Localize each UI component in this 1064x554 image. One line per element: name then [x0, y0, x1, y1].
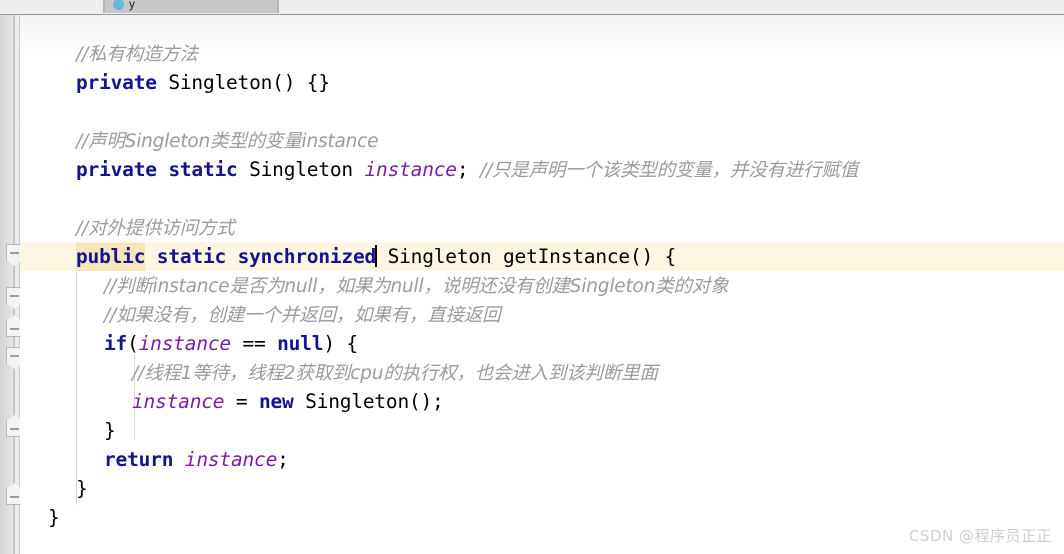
code-line: private Singleton() {} — [76, 68, 330, 97]
code-token-fld: instance — [364, 158, 458, 181]
code-line: return instance; — [104, 445, 289, 474]
code-line: //线程1等待，线程2获取到cpu的执行权，也会进入到该判断里面 — [132, 358, 658, 387]
code-token-cmt: //判断instance是否为null，如果为null，说明还没有创建Singl… — [104, 276, 729, 297]
code-token-kw: new — [258, 390, 294, 413]
code-line: private static Singleton instance; //只是声… — [76, 155, 858, 184]
code-token-fld: instance — [132, 390, 225, 413]
code-token-id: ( — [127, 332, 139, 355]
code-surface[interactable]: //私有构造方法 private Singleton() {}//声明Single… — [20, 15, 1064, 554]
code-token-cmt: //对外提供访问方式 — [76, 218, 235, 239]
code-token-id: ) { — [323, 332, 358, 355]
code-token-kw: return — [104, 448, 174, 471]
code-token-fld: instance — [138, 332, 232, 355]
code-token-id: } — [76, 477, 88, 500]
code-line: //对外提供访问方式 — [76, 213, 235, 242]
code-token-id: } — [48, 506, 60, 529]
editor-tab-2-label: y — [129, 0, 135, 11]
code-line: } — [76, 474, 88, 503]
code-line: //声明Singleton类型的变量instance — [76, 126, 379, 155]
editor-gutter[interactable] — [0, 15, 19, 554]
code-token-id: Singleton getInstance() { — [376, 245, 677, 268]
code-line: //私有构造方法 — [76, 39, 198, 68]
code-token-id: Singleton(); — [293, 390, 444, 413]
code-token-cmt: //如果没有，创建一个并返回，如果有，直接返回 — [104, 305, 501, 326]
editor-tab-bar: y y — [0, 0, 1064, 15]
code-line: instance = new Singleton(); — [132, 387, 444, 416]
code-token-cmt: //线程1等待，线程2获取到cpu的执行权，也会进入到该判断里面 — [132, 363, 658, 384]
code-line: } — [48, 503, 60, 532]
code-token-id: ; — [456, 158, 480, 181]
code-line: } — [104, 416, 116, 445]
csdn-watermark: CSDN @程序员正正 — [908, 527, 1052, 545]
code-token-id: } — [104, 419, 116, 442]
code-line: //如果没有，创建一个并返回，如果有，直接返回 — [104, 300, 501, 329]
editor-tab-overflow[interactable] — [278, 0, 1064, 13]
code-token-cmt: //声明Singleton类型的变量instance — [76, 131, 379, 152]
code-token-kw: null — [277, 332, 324, 355]
code-token-id: ; — [277, 448, 289, 471]
code-token-kw: private — [76, 71, 157, 94]
code-line: if(instance == null) { — [104, 329, 358, 358]
ide-window: y y //私有构造方法private Singleton() {}//声明Si… — [0, 0, 1064, 554]
code-token-kw: if — [104, 332, 128, 355]
code-editor[interactable]: //私有构造方法 private Singleton() {}//声明Single… — [0, 15, 1064, 554]
code-token-id: = — [224, 390, 259, 413]
code-token-id: Singleton — [237, 158, 365, 181]
code-token-kw: private static — [76, 158, 238, 181]
editor-tab-2-active[interactable]: y — [104, 0, 278, 13]
indent-guide-outer — [76, 273, 77, 505]
fold-rail — [13, 15, 15, 554]
code-line: public static synchronized Singleton get… — [76, 242, 676, 271]
editor-tab-1[interactable]: y — [0, 0, 104, 13]
code-token-fld: instance — [184, 448, 278, 471]
code-token-id: Singleton() {} — [156, 71, 330, 94]
code-token-id: == — [230, 332, 278, 355]
java-class-icon — [113, 0, 124, 10]
code-line: //判断instance是否为null，如果为null，说明还没有创建Singl… — [104, 271, 729, 300]
code-token-id — [173, 448, 185, 471]
code-token-kw: public — [76, 243, 145, 271]
code-token-kw: static synchronized — [145, 245, 377, 268]
code-token-cmt: //私有构造方法 — [76, 44, 198, 65]
code-token-cmt: //只是声明一个该类型的变量，并没有进行赋值 — [479, 160, 859, 181]
